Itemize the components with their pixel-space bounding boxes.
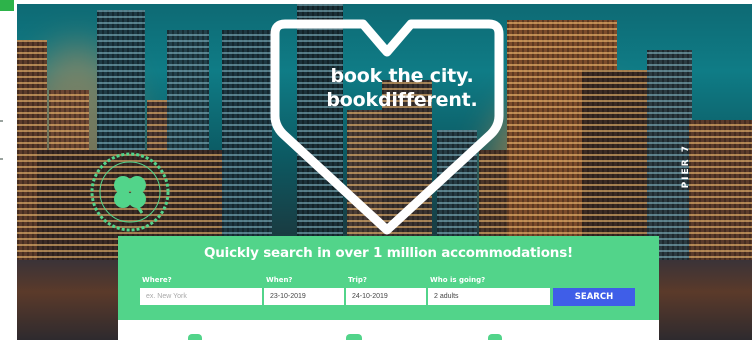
building [222, 30, 272, 270]
search-button[interactable]: SEARCH [553, 288, 635, 306]
tagline-line-2: bookdifferent. [326, 89, 478, 111]
building-sign: PIER 7 [681, 144, 691, 189]
heart-logo-icon [270, 19, 504, 235]
hero-tagline: book the city. bookdifferent. [317, 64, 487, 112]
where-label: Where? [142, 276, 172, 284]
trip-label: Trip? [348, 276, 367, 284]
content-below [118, 320, 659, 340]
section-icon [488, 334, 502, 340]
side-mark [0, 120, 3, 122]
trip-date-input[interactable]: 24-10-2019 [346, 288, 426, 305]
when-label: When? [266, 276, 293, 284]
section-icon [188, 334, 202, 340]
where-input[interactable]: ex. New York [140, 288, 262, 305]
page: PIER 7 book the city. bookdifferent. Qui… [0, 0, 752, 340]
corner-tag [0, 0, 14, 11]
section-icon [346, 334, 362, 340]
tagline-line-1: book the city. [330, 65, 474, 87]
search-panel: Quickly search in over 1 million accommo… [118, 236, 659, 320]
clover-icon [90, 152, 170, 232]
guests-input[interactable]: 2 adults [428, 288, 550, 305]
building [689, 120, 752, 270]
who-label: Who is going? [430, 276, 486, 284]
when-date-input[interactable]: 23-10-2019 [264, 288, 344, 305]
side-mark [0, 158, 3, 160]
search-title: Quickly search in over 1 million accommo… [203, 245, 573, 261]
